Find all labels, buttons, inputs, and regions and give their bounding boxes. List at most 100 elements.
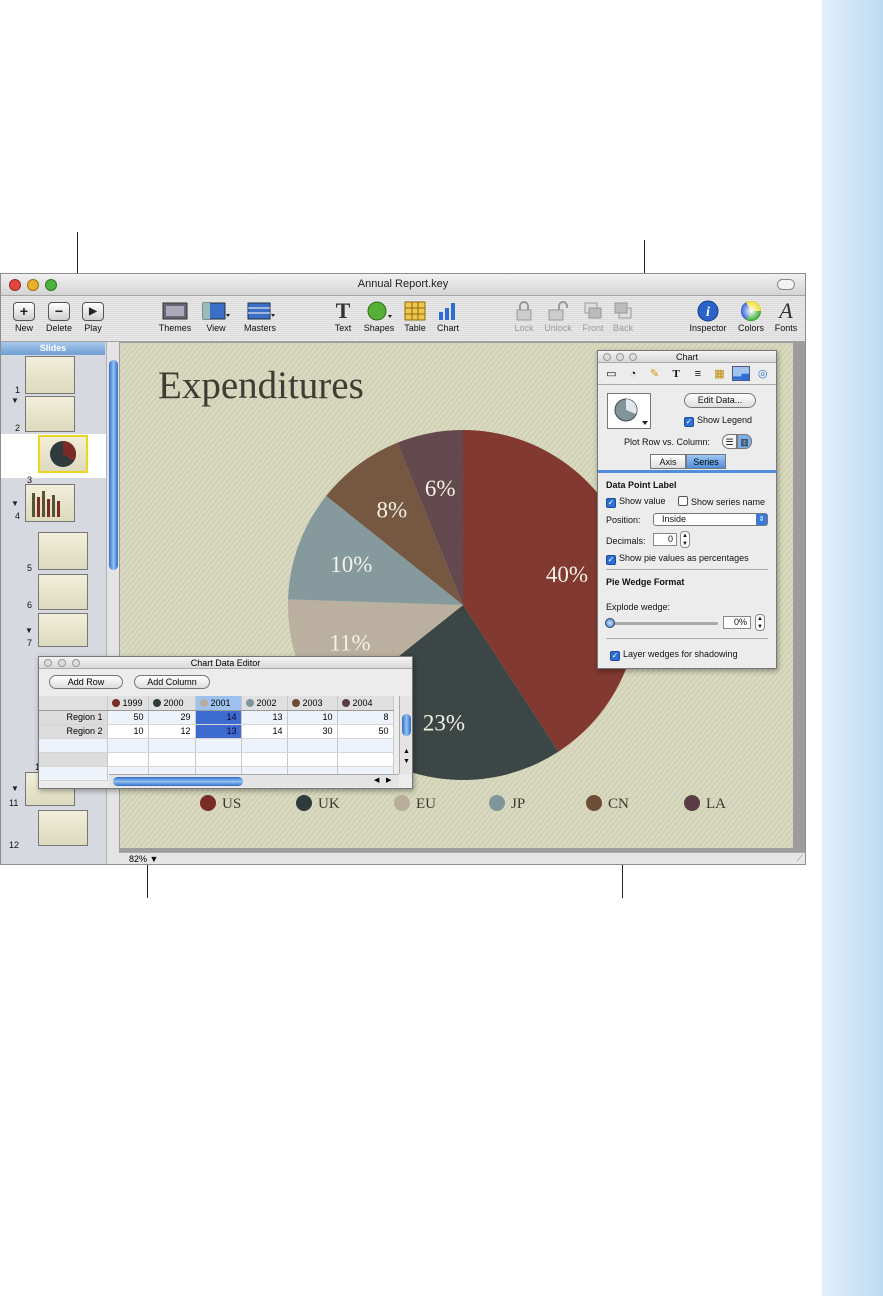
table-cell[interactable]: 14 [241, 724, 288, 739]
table-cell[interactable]: 30 [287, 724, 338, 739]
table-cell[interactable]: 13 [241, 710, 288, 725]
slide-thumb-3[interactable] [38, 435, 88, 473]
data-editor-close-button[interactable] [44, 659, 52, 667]
explode-wedge-slider[interactable] [605, 618, 718, 628]
table-cell[interactable]: 14 [195, 710, 242, 725]
slide-thumb-1[interactable] [25, 356, 75, 394]
slide-thumb-6[interactable] [38, 574, 88, 610]
themes-button[interactable]: Themes [157, 299, 193, 333]
zoom-popup[interactable]: 82% ▼ [129, 854, 158, 864]
fonts-button[interactable]: A Fonts [771, 298, 801, 333]
row-header[interactable]: Region 2 [39, 724, 108, 739]
inspector-zoom-button[interactable] [629, 353, 637, 361]
show-legend-checkbox[interactable]: ✓ Show Legend [684, 415, 752, 427]
scroll-up-arrow-icon[interactable]: ▲ [403, 748, 410, 755]
data-editor-vscroll[interactable]: ▲ ▼ [399, 696, 412, 774]
table-cell[interactable]: 13 [195, 724, 242, 739]
table-cell[interactable]: 29 [148, 710, 196, 725]
series-swatch [199, 698, 208, 707]
slide-thumb-5[interactable] [38, 532, 88, 570]
vscroll-thumb[interactable] [402, 714, 411, 736]
inspector-minimize-button[interactable] [616, 353, 624, 361]
delete-button[interactable]: − Delete [45, 299, 73, 333]
slide-thumb-4[interactable] [25, 484, 75, 522]
scroll-left-arrow-icon[interactable]: ◀ [374, 776, 379, 784]
document-inspector-icon[interactable]: ▭ [602, 366, 621, 381]
table-cell[interactable]: 8 [337, 710, 394, 725]
chart-inspector-icon[interactable]: ▂▄ [731, 366, 751, 381]
disclosure-triangle-icon[interactable]: ▼ [11, 784, 19, 793]
graphic-inspector-icon[interactable]: ✎ [645, 366, 664, 381]
slide-thumb-7[interactable] [38, 613, 88, 647]
text-inspector-icon[interactable]: T [667, 366, 686, 381]
pie-data-label: 6% [425, 476, 456, 501]
column-header[interactable]: 2004 [337, 696, 394, 711]
column-header[interactable]: 2003 [287, 696, 338, 711]
data-grid: 1999 2000 2001 2002 2003 2004 Region 1 5… [39, 696, 394, 781]
resize-grip-icon[interactable]: ⟋ [797, 853, 803, 864]
disclosure-triangle-icon[interactable]: ▼ [11, 396, 19, 405]
checkmark-icon: ✓ [684, 417, 694, 427]
chart-type-popup[interactable] [607, 393, 651, 429]
inspector-close-button[interactable] [603, 353, 611, 361]
inspector-button[interactable]: i Inspector [685, 299, 731, 333]
new-button[interactable]: + New [11, 299, 37, 333]
hscroll-thumb[interactable] [113, 777, 243, 786]
slide-thumb-2[interactable] [25, 396, 75, 432]
slide-inspector-icon[interactable]: ◔ [624, 366, 643, 381]
explode-wedge-field[interactable]: 0% [723, 616, 751, 629]
tab-axis[interactable]: Axis [650, 454, 686, 469]
table-cell[interactable]: 50 [107, 710, 149, 725]
data-editor-hscroll[interactable]: ◀ ▶ [109, 774, 399, 787]
row-header[interactable]: Region 1 [39, 710, 108, 725]
column-header[interactable]: 2000 [148, 696, 196, 711]
decimals-stepper[interactable]: ▲ ▼ [680, 531, 690, 548]
show-series-name-checkbox[interactable]: Show series name [678, 496, 765, 507]
masters-button[interactable]: Masters [241, 299, 279, 333]
view-button[interactable]: View [201, 299, 231, 333]
position-select[interactable]: Inside ⇕ [653, 513, 768, 526]
colors-button[interactable]: Colors [735, 299, 767, 333]
table-cell[interactable]: 10 [287, 710, 338, 725]
show-value-checkbox[interactable]: ✓ Show value [606, 496, 666, 508]
pie-thumb-icon [50, 440, 77, 467]
toolbar-toggle-button[interactable] [777, 279, 795, 290]
chart-button[interactable]: Chart [434, 299, 462, 333]
play-button[interactable]: ▶ Play [81, 299, 105, 333]
disclosure-triangle-icon[interactable]: ▼ [25, 626, 33, 635]
tab-series[interactable]: Series [686, 454, 726, 469]
add-column-button[interactable]: Add Column [134, 675, 210, 689]
data-editor-minimize-button[interactable] [58, 659, 66, 667]
column-header[interactable]: 1999 [107, 696, 149, 711]
explode-wedge-stepper[interactable]: ▲ ▼ [755, 614, 765, 631]
scroll-down-arrow-icon[interactable]: ▼ [403, 758, 410, 765]
table-button[interactable]: Table [401, 299, 429, 333]
slide-thumb-12[interactable] [38, 810, 88, 846]
metrics-inspector-icon[interactable]: ≡ [689, 366, 708, 381]
slides-scroll-thumb[interactable] [109, 360, 118, 570]
scroll-right-arrow-icon[interactable]: ▶ [386, 776, 391, 784]
plot-rows-button[interactable]: ☰ [722, 434, 737, 449]
plot-columns-button[interactable]: ▥ [737, 434, 752, 449]
table-inspector-icon[interactable]: ▦ [710, 366, 729, 381]
layer-wedges-checkbox[interactable]: ✓ Layer wedges for shadowing [610, 649, 738, 661]
column-header[interactable]: 2001 [195, 696, 242, 711]
back-button[interactable]: Back [610, 299, 636, 333]
text-button[interactable]: T Text [332, 298, 354, 333]
show-pie-percentages-checkbox[interactable]: ✓ Show pie values as percentages [606, 553, 749, 565]
unlock-button[interactable]: Unlock [541, 299, 575, 333]
shapes-button[interactable]: Shapes [362, 299, 396, 333]
add-row-button[interactable]: Add Row [49, 675, 123, 689]
table-cell[interactable]: 50 [337, 724, 394, 739]
table-cell[interactable]: 10 [107, 724, 149, 739]
data-editor-zoom-button[interactable] [72, 659, 80, 667]
decimals-field[interactable]: 0 [653, 533, 677, 546]
edit-data-button[interactable]: Edit Data... [684, 393, 756, 408]
table-cell[interactable]: 12 [148, 724, 196, 739]
column-header[interactable]: 2002 [241, 696, 288, 711]
hyperlink-inspector-icon[interactable]: ◎ [753, 366, 772, 381]
disclosure-triangle-icon[interactable]: ▼ [11, 499, 19, 508]
front-button[interactable]: Front [579, 299, 607, 333]
slider-knob[interactable] [605, 618, 615, 628]
lock-button[interactable]: Lock [511, 299, 537, 333]
